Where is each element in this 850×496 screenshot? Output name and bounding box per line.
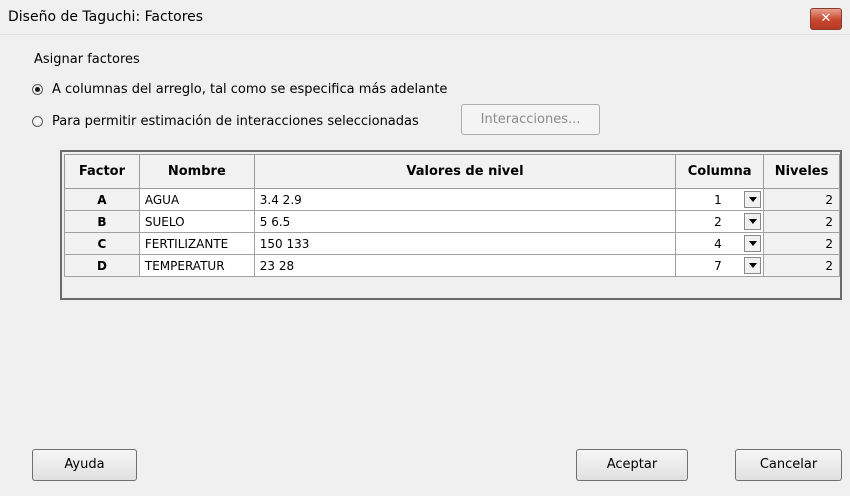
interactions-button[interactable]: Interacciones... <box>461 104 600 135</box>
header-column: Columna <box>675 154 765 189</box>
close-button[interactable]: ✕ <box>810 8 842 30</box>
factor-cell: A <box>64 188 140 211</box>
dialog-title: Diseño de Taguchi: Factores <box>8 9 204 25</box>
column-select[interactable]: 1 <box>675 188 765 211</box>
radio-interactions[interactable] <box>32 116 43 127</box>
close-icon: ✕ <box>820 11 832 26</box>
dropdown-arrow-icon[interactable] <box>744 235 762 252</box>
level-values-cell[interactable]: 5 6.5 <box>253 210 677 233</box>
table-row: D TEMPERATUR 23 28 7 2 <box>64 254 840 277</box>
header-factor: Factor <box>64 154 140 189</box>
factors-grid: Factor Nombre Valores de nivel Columna N… <box>60 150 842 300</box>
dropdown-arrow-icon[interactable] <box>744 213 762 230</box>
title-bar: Diseño de Taguchi: Factores ✕ <box>0 0 850 35</box>
radio-interactions-label: Para permitir estimación de interaccione… <box>52 114 419 129</box>
table-row: B SUELO 5 6.5 2 2 <box>64 210 840 233</box>
taguchi-factors-dialog: Diseño de Taguchi: Factores ✕ Asignar fa… <box>0 0 850 496</box>
help-button[interactable]: Ayuda <box>32 449 137 481</box>
cancel-button[interactable]: Cancelar <box>735 449 842 481</box>
radio-columns-label: A columnas del arreglo, tal como se espe… <box>52 82 448 97</box>
header-levels: Niveles <box>763 154 840 189</box>
levels-cell: 2 <box>763 254 840 277</box>
table-header-row: Factor Nombre Valores de nivel Columna N… <box>64 154 840 189</box>
table-row: C FERTILIZANTE 150 133 4 2 <box>64 232 840 255</box>
factor-cell: C <box>64 232 140 255</box>
level-values-cell[interactable]: 3.4 2.9 <box>253 188 677 211</box>
factor-cell: D <box>64 254 140 277</box>
header-level-values: Valores de nivel <box>253 154 677 189</box>
radio-columns[interactable] <box>32 84 43 95</box>
levels-cell: 2 <box>763 232 840 255</box>
column-value: 7 <box>714 258 722 273</box>
ok-button[interactable]: Aceptar <box>576 449 688 481</box>
name-cell[interactable]: TEMPERATUR <box>138 254 255 277</box>
column-value: 2 <box>714 214 722 229</box>
levels-cell: 2 <box>763 210 840 233</box>
table-row: A AGUA 3.4 2.9 1 2 <box>64 188 840 211</box>
dropdown-arrow-icon[interactable] <box>744 191 762 208</box>
level-values-cell[interactable]: 150 133 <box>253 232 677 255</box>
factors-table: Factor Nombre Valores de nivel Columna N… <box>64 154 840 277</box>
radio-interactions-option[interactable]: Para permitir estimación de interaccione… <box>32 114 419 129</box>
column-value: 1 <box>714 192 722 207</box>
name-cell[interactable]: FERTILIZANTE <box>138 232 255 255</box>
level-values-cell[interactable]: 23 28 <box>253 254 677 277</box>
factor-cell: B <box>64 210 140 233</box>
name-cell[interactable]: SUELO <box>138 210 255 233</box>
radio-columns-option[interactable]: A columnas del arreglo, tal como se espe… <box>32 82 447 97</box>
column-select[interactable]: 2 <box>675 210 765 233</box>
column-select[interactable]: 7 <box>675 254 765 277</box>
dropdown-arrow-icon[interactable] <box>744 257 762 274</box>
levels-cell: 2 <box>763 188 840 211</box>
column-select[interactable]: 4 <box>675 232 765 255</box>
name-cell[interactable]: AGUA <box>138 188 255 211</box>
column-value: 4 <box>714 236 722 251</box>
assign-factors-label: Asignar factores <box>34 52 140 67</box>
header-name: Nombre <box>138 154 255 189</box>
